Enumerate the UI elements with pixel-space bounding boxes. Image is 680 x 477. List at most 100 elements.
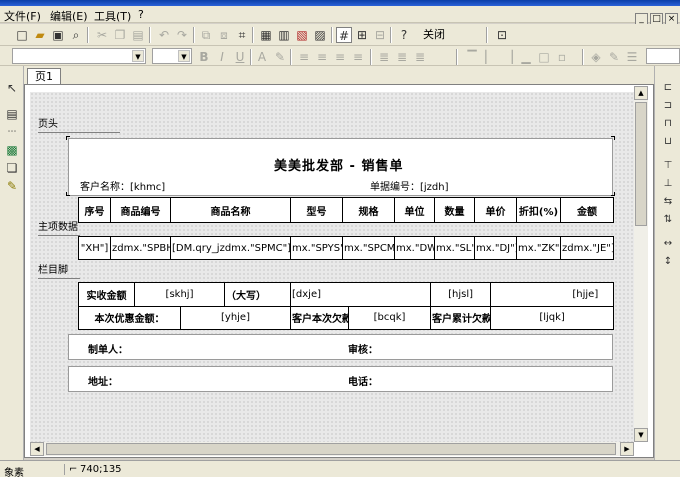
detail-field[interactable]: zdmx."SPBH"] xyxy=(110,236,171,260)
line-width-combo[interactable] xyxy=(646,48,680,64)
report-title[interactable]: 美美批发部 - 销售单 xyxy=(274,155,403,174)
subreport-icon[interactable]: ❏ xyxy=(4,160,20,176)
align-icon[interactable]: ⌗ xyxy=(234,27,250,43)
insert-band-icon[interactable]: ▦ xyxy=(258,27,274,43)
picture-icon[interactable]: ▩ xyxy=(4,142,20,158)
frame-right-icon[interactable]: ▕ xyxy=(500,49,516,65)
menu-tools[interactable]: 工具(T) xyxy=(94,8,131,24)
detail-field[interactable]: mx."SPYS"] xyxy=(290,236,343,260)
phone-label[interactable]: 电话： xyxy=(348,373,378,388)
scroll-down-icon[interactable]: ▼ xyxy=(634,428,648,442)
select-pointer-icon[interactable]: ↖ xyxy=(4,80,20,96)
column-header[interactable]: 数量 xyxy=(434,197,475,223)
column-header[interactable]: 商品名称 xyxy=(170,197,291,223)
valign-top-icon[interactable]: ≣ xyxy=(376,49,392,65)
customer-name-field[interactable]: 客户名称：[khmc] xyxy=(80,178,165,193)
insert-field-icon[interactable]: ▥ xyxy=(276,27,292,43)
contact-panel[interactable] xyxy=(68,366,613,392)
detail-field[interactable]: mx."SL"] xyxy=(434,236,475,260)
address-label[interactable]: 地址： xyxy=(88,373,118,388)
align-top-edges-icon[interactable]: ⊤ xyxy=(660,158,676,174)
menu-file[interactable]: 文件(F) xyxy=(4,8,41,24)
scroll-up-icon[interactable]: ▲ xyxy=(634,86,648,100)
discount-amount-label[interactable]: 本次优惠金额： xyxy=(78,305,181,330)
align-centers-icon[interactable]: ⊐ xyxy=(660,98,676,114)
band-label-header[interactable]: 页头 xyxy=(38,119,58,131)
scroll-left-icon[interactable]: ◀ xyxy=(30,442,44,456)
cut-icon[interactable]: ✂ xyxy=(94,27,110,43)
column-header[interactable]: 商品编号 xyxy=(110,197,171,223)
fit-grid-icon[interactable]: ⊟ xyxy=(372,27,388,43)
total-debt-field[interactable]: [ljqk] xyxy=(490,305,615,330)
undo-icon[interactable]: ↶ xyxy=(156,27,172,43)
detail-field[interactable]: mx."SPCM"] xyxy=(342,236,395,260)
current-debt-field[interactable]: [bcqk] xyxy=(348,305,432,330)
align-right-icon[interactable]: ≡ xyxy=(332,49,348,65)
column-header[interactable]: 规格 xyxy=(342,197,395,223)
highlight-icon[interactable]: ✎ xyxy=(272,49,288,65)
tab-page-1[interactable]: 页1 xyxy=(27,68,61,84)
column-header[interactable]: 金额 xyxy=(560,197,614,223)
signature-panel[interactable] xyxy=(68,334,613,360)
font-size-combo[interactable]: ▼ xyxy=(152,48,192,64)
font-color-icon[interactable]: A xyxy=(254,49,270,65)
valign-bottom-icon[interactable]: ≣ xyxy=(412,49,428,65)
save-icon[interactable]: ▣ xyxy=(50,27,66,43)
line-style-icon[interactable]: ☰ xyxy=(624,49,640,65)
valign-middle-icon[interactable]: ≣ xyxy=(394,49,410,65)
delete-band-icon[interactable]: ▧ xyxy=(294,27,310,43)
frame-all-icon[interactable]: □ xyxy=(536,49,552,65)
text-object-icon[interactable]: ▤ xyxy=(4,106,20,122)
align-left-icon[interactable]: ≡ xyxy=(296,49,312,65)
redo-icon[interactable]: ↷ xyxy=(174,27,190,43)
line-tool-icon[interactable]: ✎ xyxy=(4,178,20,194)
paste-icon[interactable]: ▤ xyxy=(130,27,146,43)
close-button[interactable]: 关闭 xyxy=(414,27,454,43)
menu-help[interactable]: ? xyxy=(138,8,144,21)
current-debt-label[interactable]: 客户本次欠款： xyxy=(290,305,350,330)
uppercase-amount-field[interactable]: [dxje] xyxy=(290,282,431,307)
space-vertical-icon[interactable]: ⇅ xyxy=(660,212,676,228)
center-window-icon[interactable]: ⊓ xyxy=(660,116,676,132)
justify-icon[interactable]: ≡ xyxy=(350,49,366,65)
total-amount-field[interactable]: [hjje] xyxy=(557,282,615,307)
help-pointer-icon[interactable]: ? xyxy=(396,27,412,43)
space-horizontal-icon[interactable]: ⇆ xyxy=(660,194,676,210)
bold-icon[interactable]: B xyxy=(196,49,212,65)
vertical-scrollbar[interactable]: ▲ ▼ xyxy=(634,86,648,442)
align-middles-icon[interactable]: ⊥ xyxy=(660,176,676,192)
grid-icon[interactable]: # xyxy=(336,27,352,43)
align-center-icon[interactable]: ≡ xyxy=(314,49,330,65)
reviewer-label[interactable]: 审核： xyxy=(348,341,378,356)
snap-grid-icon[interactable]: ⊞ xyxy=(354,27,370,43)
scroll-thumb[interactable] xyxy=(635,102,647,226)
column-header[interactable]: 单位 xyxy=(394,197,435,223)
align-right-edges-icon[interactable]: ⊔ xyxy=(660,134,676,150)
scroll-right-icon[interactable]: ▶ xyxy=(620,442,634,456)
detail-field[interactable]: zdmx."JE"] xyxy=(560,236,614,260)
align-left-edges-icon[interactable]: ⊏ xyxy=(660,80,676,96)
paid-amount-label[interactable]: 实收金额 xyxy=(78,282,135,307)
same-height-icon[interactable]: ↕ xyxy=(660,254,676,270)
column-header[interactable]: 序号 xyxy=(78,197,111,223)
total-quantity-field[interactable]: [hjsl] xyxy=(430,282,492,307)
pen-icon[interactable]: ✎ xyxy=(606,49,622,65)
frame-left-icon[interactable]: ▏ xyxy=(482,49,498,65)
band-icon[interactable]: ⋯ xyxy=(4,124,20,140)
edit-data-icon[interactable]: ▨ xyxy=(312,27,328,43)
underline-icon[interactable]: U xyxy=(232,49,248,65)
discount-amount-field[interactable]: [yhje] xyxy=(179,305,292,330)
total-debt-label[interactable]: 客户累计欠款： xyxy=(430,305,492,330)
new-file-icon[interactable]: □ xyxy=(14,27,30,43)
open-folder-icon[interactable]: ▰ xyxy=(32,27,48,43)
print-preview-icon[interactable]: ⌕ xyxy=(68,27,84,43)
italic-icon[interactable]: I xyxy=(214,49,230,65)
font-name-combo[interactable]: ▼ xyxy=(12,48,146,64)
paid-amount-field[interactable]: [skhj] xyxy=(133,282,226,307)
band-label-footer[interactable]: 栏目脚 xyxy=(38,265,68,277)
frame-top-icon[interactable]: ▔ xyxy=(464,49,480,65)
same-width-icon[interactable]: ↔ xyxy=(660,236,676,252)
column-header[interactable]: 折扣(%) xyxy=(516,197,561,223)
detail-field[interactable]: "XH"] xyxy=(78,236,111,260)
column-header[interactable]: 型号 xyxy=(290,197,343,223)
